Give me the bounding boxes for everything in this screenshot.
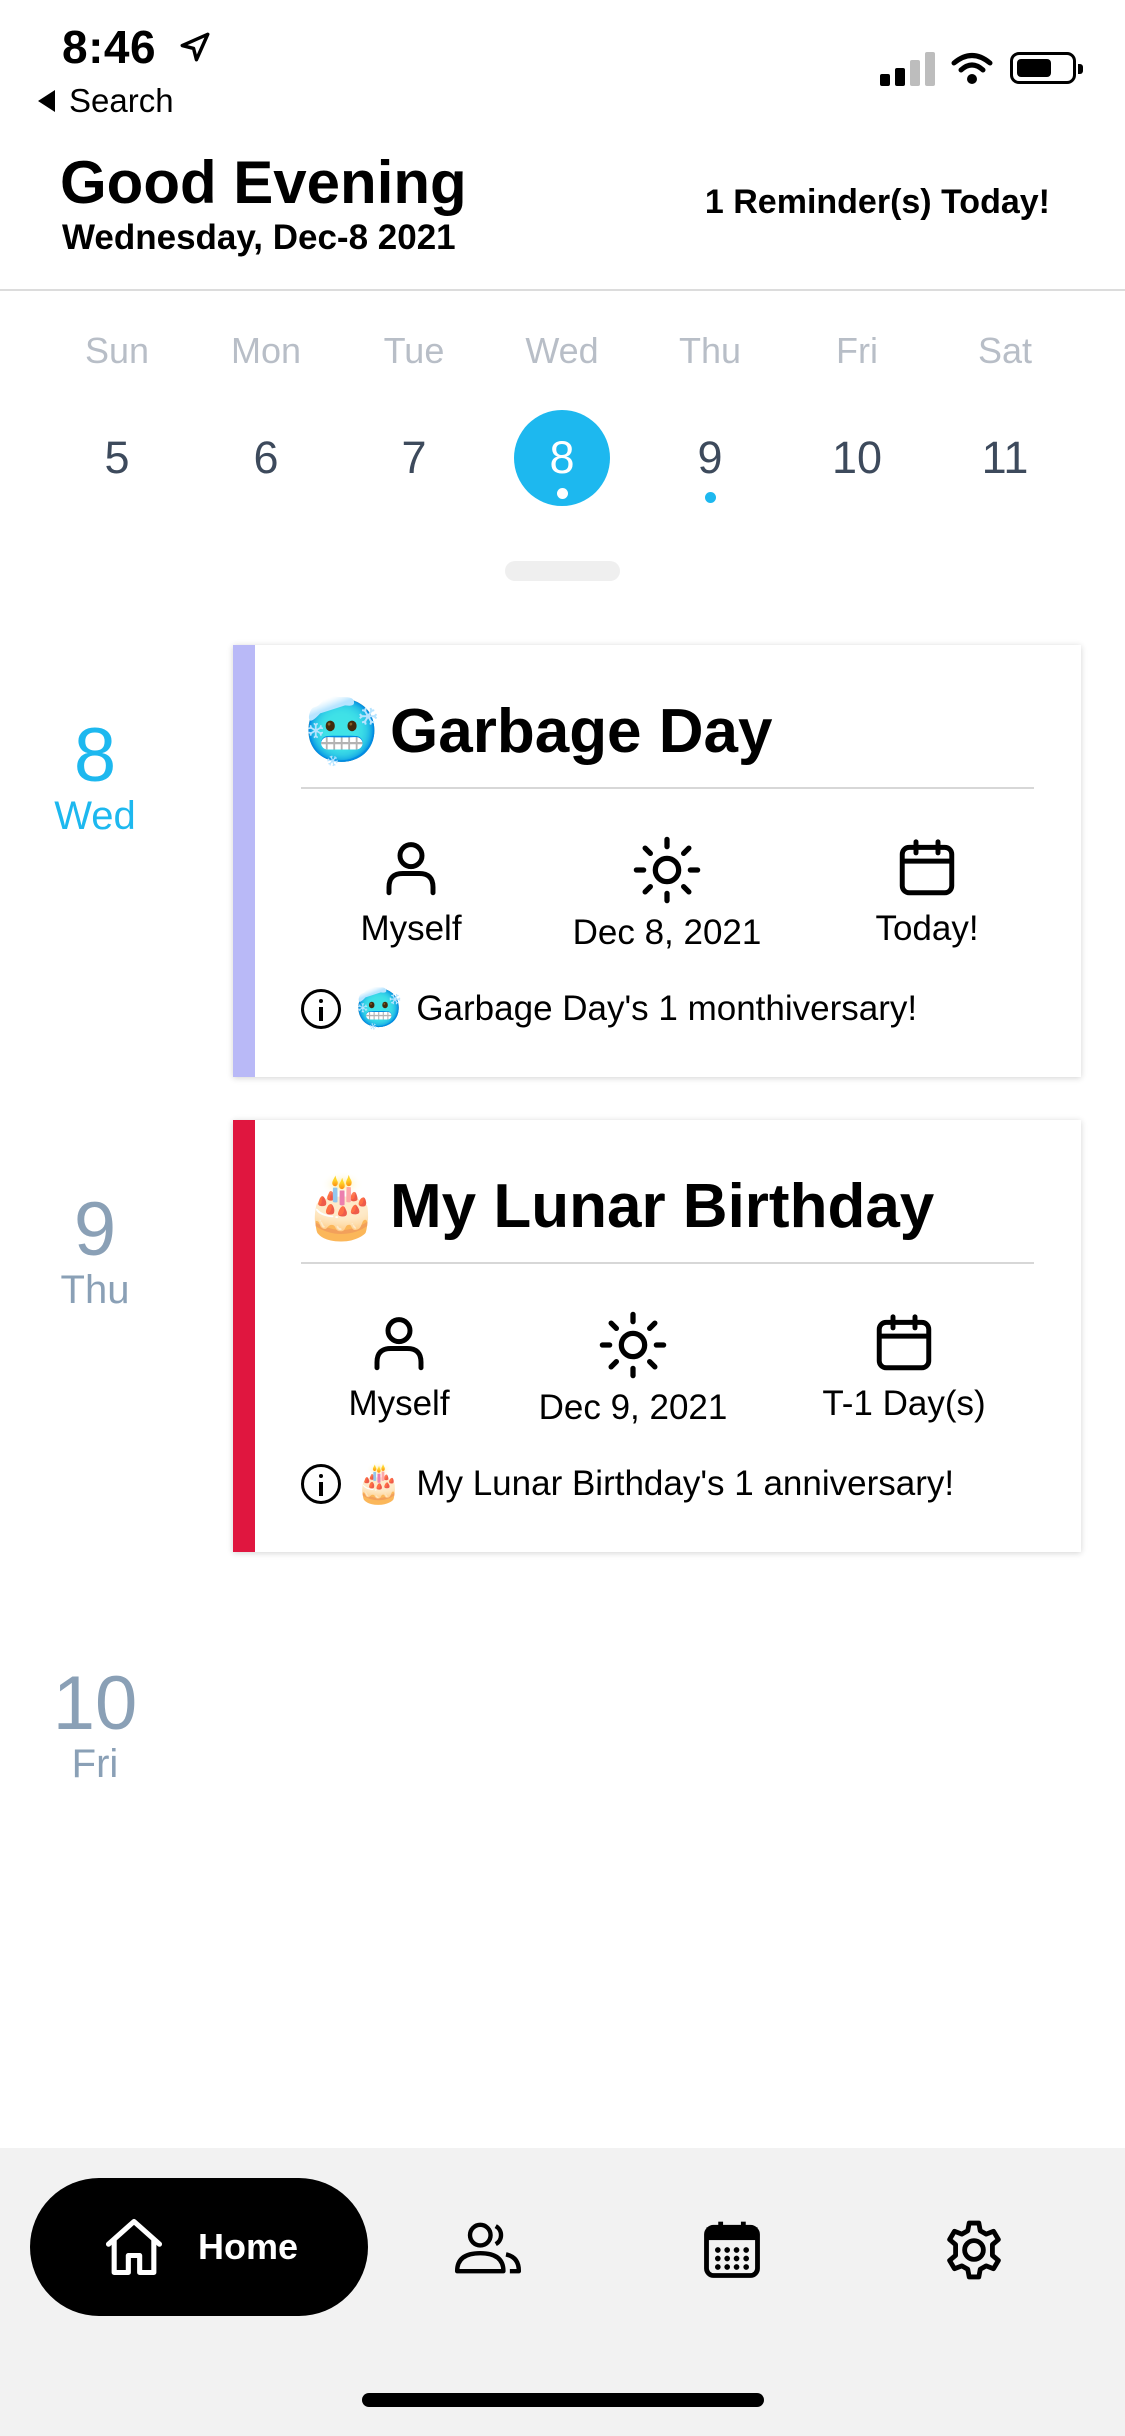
location-arrow-icon (180, 32, 210, 62)
reminder-count: 1 Reminder(s) Today! (704, 183, 1050, 221)
person-icon (386, 842, 436, 896)
battery-icon (1010, 52, 1083, 84)
greeting-title: Good Evening (60, 149, 467, 216)
event-color-bar (233, 1120, 255, 1552)
gear-icon[interactable] (940, 2216, 1008, 2284)
back-label: Search (69, 82, 174, 119)
header-divider (0, 289, 1125, 291)
week-day-tue[interactable]: Tue 7 (354, 330, 474, 483)
weekday-name: Tue (383, 330, 445, 371)
weekday-number: 6 (253, 432, 279, 483)
current-date: Wednesday, Dec-8 2021 (62, 218, 456, 257)
calendar-icon (899, 839, 955, 896)
event-date: Dec 9, 2021 (503, 1310, 763, 1428)
event-person: Myself (281, 835, 541, 949)
event-dot (705, 492, 716, 503)
event-countdown: T-1 Day(s) (774, 1310, 1034, 1424)
wifi-icon (951, 53, 993, 84)
calendar-grid-icon[interactable] (698, 2216, 766, 2284)
nav-home-button[interactable]: Home (30, 2178, 368, 2316)
event-person: Myself (269, 1310, 529, 1424)
event-person-label: Myself (360, 909, 462, 948)
event-countdown-label: T-1 Day(s) (822, 1384, 986, 1423)
timeline-day-number: 9 (73, 1187, 117, 1272)
weekday-number: 5 (104, 432, 130, 483)
event-date-label: Dec 9, 2021 (538, 1388, 728, 1427)
event-date: Dec 8, 2021 (537, 835, 797, 953)
info-icon (301, 1464, 341, 1504)
weekday-number: 8 (549, 432, 575, 483)
event-note: 🎂 My Lunar Birthday's 1 anniversary! (301, 1462, 954, 1506)
person-icon (374, 1317, 424, 1371)
home-indicator (362, 2393, 764, 2407)
timeline-day-9: 9 Thu (40, 1187, 150, 1313)
cellular-signal-icon (880, 52, 935, 86)
event-card[interactable]: 🎂 My Lunar Birthday Myself Dec 9, 2021 T… (233, 1120, 1081, 1552)
event-title: Garbage Day (390, 697, 773, 766)
people-icon[interactable] (452, 2216, 524, 2280)
event-date-label: Dec 8, 2021 (572, 913, 762, 952)
event-person-label: Myself (348, 1384, 450, 1423)
timeline-day-weekday: Thu (60, 1268, 130, 1312)
calendar-icon (876, 1314, 932, 1371)
info-icon (301, 989, 341, 1029)
timeline-day-weekday: Fri (71, 1742, 119, 1786)
event-title: My Lunar Birthday (390, 1172, 935, 1241)
timeline-day-8: 8 Wed (40, 713, 150, 839)
week-day-sun[interactable]: Sun 5 (57, 330, 177, 483)
event-emoji: 🎂 (303, 1172, 381, 1241)
event-dot (557, 488, 568, 499)
sun-icon (599, 1311, 667, 1379)
weekday-name: Fri (836, 330, 878, 371)
note-emoji: 🥶 (355, 988, 403, 1030)
event-countdown: Today! (797, 835, 1057, 949)
week-day-wed[interactable]: Wed 8 (502, 330, 622, 506)
week-day-fri[interactable]: Fri 10 (797, 330, 917, 483)
event-color-bar (233, 645, 255, 1077)
back-to-search-link[interactable]: Search (38, 82, 174, 120)
weekday-number: 7 (401, 432, 427, 483)
week-day-mon[interactable]: Mon 6 (206, 330, 326, 483)
event-note-text: My Lunar Birthday's 1 anniversary! (416, 1464, 955, 1503)
timeline-day-weekday: Wed (54, 794, 136, 838)
week-day-sat[interactable]: Sat 11 (945, 330, 1065, 483)
event-note-text: Garbage Day's 1 monthiversary! (416, 989, 918, 1028)
weekday-name: Sat (977, 330, 1033, 371)
home-icon (105, 2218, 163, 2276)
event-card[interactable]: 🥶 Garbage Day Myself Dec 8, 2021 Today! … (233, 645, 1081, 1077)
weekday-number: 11 (981, 432, 1029, 483)
weekday-name: Wed (525, 330, 599, 371)
weekday-name: Mon (230, 330, 302, 371)
card-divider (301, 1262, 1034, 1264)
note-emoji: 🎂 (355, 1463, 403, 1505)
timeline-day-number: 10 (52, 1661, 138, 1746)
event-emoji: 🥶 (303, 697, 381, 766)
timeline-day-10: 10 Fri (40, 1661, 150, 1787)
card-divider (301, 787, 1034, 789)
weekday-number: 10 (831, 432, 883, 483)
weekday-name: Sun (84, 330, 150, 371)
sheet-drag-handle[interactable] (505, 561, 620, 581)
sun-icon (633, 836, 701, 904)
event-note: 🥶 Garbage Day's 1 monthiversary! (301, 987, 917, 1031)
nav-home-label: Home (198, 2226, 299, 2267)
back-triangle-icon (38, 90, 55, 112)
weekday-number: 9 (697, 432, 723, 483)
clock: 8:46 (62, 21, 157, 73)
status-bar: 8:46 Search (0, 0, 1125, 130)
weekday-name: Thu (678, 330, 742, 371)
week-day-thu[interactable]: Thu 9 (650, 330, 770, 503)
event-countdown-label: Today! (875, 909, 979, 948)
timeline-day-number: 8 (73, 713, 117, 798)
